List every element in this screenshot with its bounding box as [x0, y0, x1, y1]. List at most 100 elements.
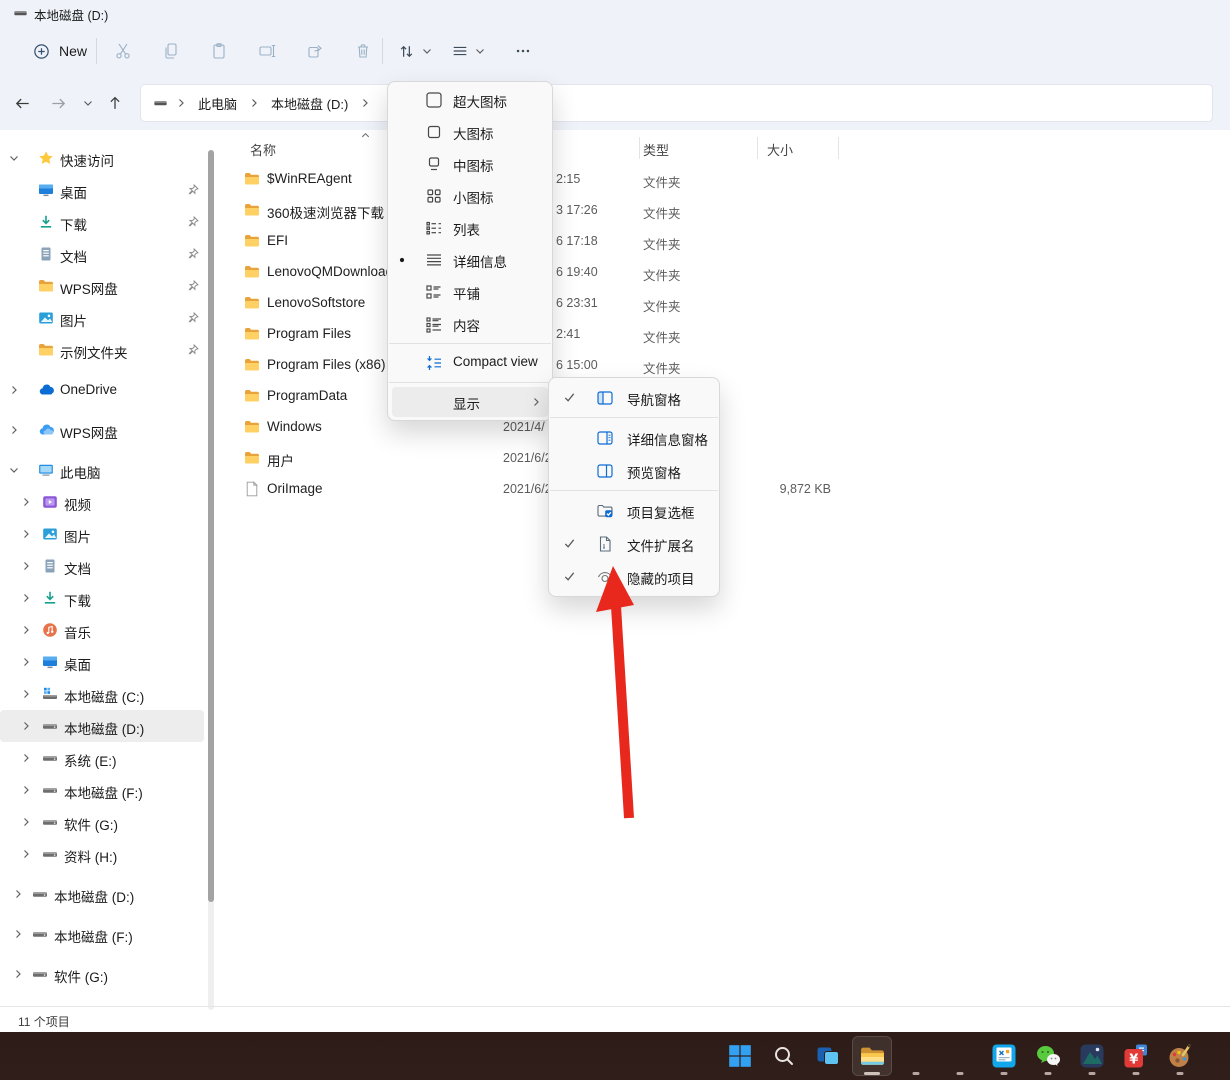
file-row[interactable]: Program Files 2:41 文件夹: [228, 319, 1230, 350]
taskbar-item[interactable]: [764, 1036, 804, 1076]
chevron-right-icon[interactable]: [20, 560, 32, 572]
sidebar-item[interactable]: 软件 (G:): [0, 958, 204, 990]
file-row[interactable]: EFI 6 17:18 文件夹: [228, 226, 1230, 257]
taskbar-item[interactable]: [852, 1036, 892, 1076]
menu-item-extra-large-icons[interactable]: 超大图标: [388, 84, 552, 116]
file-row[interactable]: LenovoQMDownload 6 19:40 文件夹: [228, 257, 1230, 288]
submenu-item-file-extensions[interactable]: 文件扩展名: [549, 527, 719, 560]
column-header-type[interactable]: 类型: [643, 140, 669, 159]
taskbar-item[interactable]: [896, 1036, 936, 1076]
column-header-size[interactable]: 大小: [767, 140, 793, 159]
recent-pages-button[interactable]: [74, 89, 102, 117]
chevron-down-icon[interactable]: [8, 152, 20, 164]
taskbar-item[interactable]: [1028, 1036, 1068, 1076]
chevron-right-icon[interactable]: [8, 424, 20, 436]
menu-item-tiles[interactable]: 平铺: [388, 276, 552, 308]
file-row[interactable]: 用户 2021/6/2: [228, 443, 1230, 474]
sidebar-item[interactable]: 软件 (G:): [0, 806, 204, 838]
file-row[interactable]: LenovoSoftstore 6 23:31 文件夹: [228, 288, 1230, 319]
taskbar-item[interactable]: [1160, 1036, 1200, 1076]
sidebar-item[interactable]: 桌面: [0, 646, 204, 678]
sidebar-item[interactable]: 资料 (H:): [0, 838, 204, 870]
chevron-right-icon[interactable]: [12, 928, 24, 940]
column-divider[interactable]: [757, 137, 758, 159]
submenu-item-item-checkboxes[interactable]: 项目复选框: [549, 494, 719, 527]
taskbar-item[interactable]: ¥: [1116, 1036, 1156, 1076]
sidebar-item[interactable]: 本地磁盘 (F:): [0, 918, 204, 950]
column-divider[interactable]: [639, 137, 640, 159]
chevron-right-icon[interactable]: [20, 720, 32, 732]
scrollbar-thumb[interactable]: [208, 150, 214, 902]
breadcrumb-drive-d[interactable]: 本地磁盘 (D:): [267, 91, 352, 116]
file-row[interactable]: Windows 2021/4/: [228, 412, 1230, 443]
taskbar-item[interactable]: [720, 1036, 760, 1076]
menu-item-content[interactable]: 内容: [388, 308, 552, 340]
sort-button[interactable]: [392, 34, 438, 68]
sidebar-item[interactable]: 示例文件夹: [0, 334, 204, 366]
chevron-right-icon[interactable]: [20, 624, 32, 636]
sidebar-item[interactable]: 文档: [0, 238, 204, 270]
submenu-item-navigation-pane[interactable]: 导航窗格: [549, 381, 719, 414]
taskbar-item[interactable]: [808, 1036, 848, 1076]
chevron-right-icon[interactable]: [20, 848, 32, 860]
column-divider[interactable]: [838, 137, 839, 159]
chevron-down-icon[interactable]: [8, 464, 20, 476]
chevron-right-icon[interactable]: [20, 784, 32, 796]
submenu-item-hidden-items[interactable]: 隐藏的项目: [549, 560, 719, 593]
breadcrumb-this-pc[interactable]: 此电脑: [194, 91, 241, 116]
menu-item-small-icons[interactable]: 小图标: [388, 180, 552, 212]
sidebar-onedrive[interactable]: OneDrive: [0, 374, 204, 406]
sidebar-item[interactable]: 本地磁盘 (F:): [0, 774, 204, 806]
chevron-right-icon[interactable]: [20, 592, 32, 604]
menu-item-compact-view[interactable]: Compact view: [388, 347, 552, 379]
menu-item-show[interactable]: 显示: [388, 386, 552, 418]
file-row[interactable]: OriImage 2021/6/2 9,872 KB: [228, 474, 1230, 505]
toolbar-action-button[interactable]: [243, 34, 291, 68]
chevron-right-icon[interactable]: [12, 888, 24, 900]
sidebar-item[interactable]: 下载: [0, 582, 204, 614]
toolbar-action-button[interactable]: [195, 34, 243, 68]
chevron-right-icon[interactable]: [20, 816, 32, 828]
toolbar-action-button[interactable]: [339, 34, 387, 68]
column-header-name[interactable]: 名称: [250, 140, 276, 159]
sidebar-item[interactable]: 视频: [0, 486, 204, 518]
sidebar-this-pc[interactable]: 此电脑: [0, 454, 204, 486]
sidebar-item[interactable]: 文档: [0, 550, 204, 582]
taskbar-item[interactable]: [1072, 1036, 1112, 1076]
chevron-right-icon[interactable]: [12, 968, 24, 980]
sidebar-scrollbar[interactable]: [208, 150, 214, 1010]
sidebar-item[interactable]: 桌面: [0, 174, 204, 206]
toolbar-action-button[interactable]: [99, 34, 147, 68]
sidebar-item[interactable]: WPS网盘: [0, 270, 204, 302]
new-button[interactable]: New: [20, 35, 99, 67]
chevron-right-icon[interactable]: [8, 384, 20, 396]
sidebar-item[interactable]: 本地磁盘 (C:): [0, 678, 204, 710]
menu-item-list[interactable]: 列表: [388, 212, 552, 244]
sidebar-item[interactable]: 音乐: [0, 614, 204, 646]
taskbar-item[interactable]: [940, 1036, 980, 1076]
view-button[interactable]: [446, 34, 490, 68]
sidebar-item[interactable]: 图片: [0, 302, 204, 334]
toolbar-action-button[interactable]: [147, 34, 195, 68]
file-row[interactable]: ProgramData: [228, 381, 1230, 412]
back-button[interactable]: [8, 89, 36, 117]
breadcrumb[interactable]: 此电脑 本地磁盘 (D:): [140, 84, 1213, 122]
chevron-right-icon[interactable]: [20, 528, 32, 540]
toolbar-action-button[interactable]: [291, 34, 339, 68]
sidebar-wps-cloud[interactable]: WPS网盘: [0, 414, 204, 446]
forward-button[interactable]: [44, 89, 72, 117]
chevron-right-icon[interactable]: [20, 656, 32, 668]
sidebar-item[interactable]: 图片: [0, 518, 204, 550]
chevron-right-icon[interactable]: [20, 688, 32, 700]
chevron-right-icon[interactable]: [20, 752, 32, 764]
more-options-button[interactable]: [506, 34, 540, 68]
taskbar-item[interactable]: [984, 1036, 1024, 1076]
file-row[interactable]: 360极速浏览器下载 3 17:26 文件夹: [228, 195, 1230, 226]
sidebar-quick-access[interactable]: 快速访问: [0, 142, 204, 174]
sidebar-item[interactable]: 本地磁盘 (D:): [0, 878, 204, 910]
file-row[interactable]: $WinREAgent 2:15 文件夹: [228, 164, 1230, 195]
menu-item-medium-icons[interactable]: 中图标: [388, 148, 552, 180]
sidebar-item[interactable]: 本地磁盘 (D:): [0, 710, 204, 742]
sidebar-item[interactable]: 下载: [0, 206, 204, 238]
file-row[interactable]: Program Files (x86) 6 15:00 文件夹: [228, 350, 1230, 381]
